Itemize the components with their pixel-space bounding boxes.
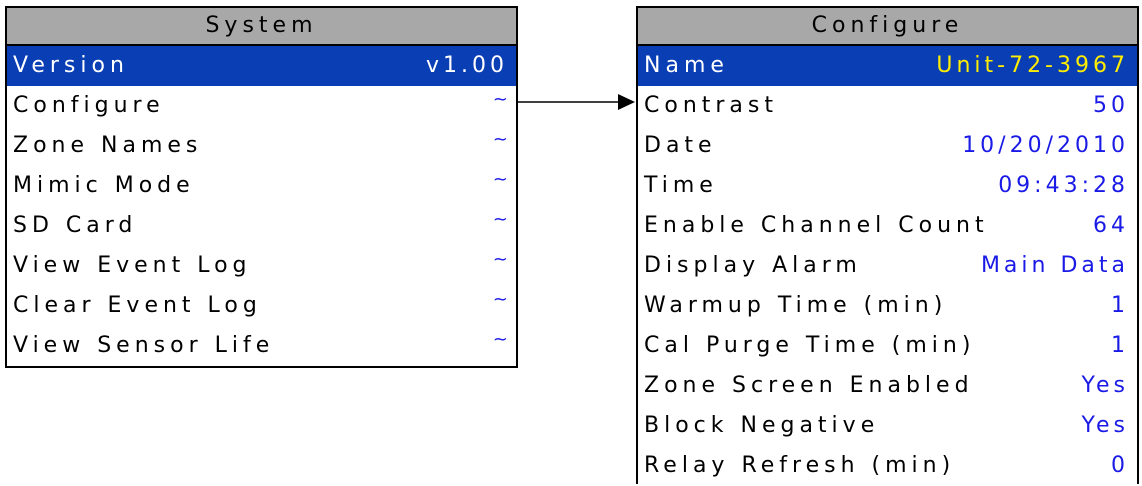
submenu-indicator-icon: ~	[492, 129, 508, 150]
setting-label: Block Negative	[644, 413, 880, 438]
system-menu-title: System	[7, 8, 516, 46]
setting-label: Cal Purge Time (min)	[644, 333, 976, 358]
menu-item-label: View Sensor Life	[13, 333, 275, 358]
setting-row-block-negative[interactable]: Block Negative Yes	[638, 406, 1137, 446]
setting-value: 09:43:28	[998, 173, 1129, 198]
menu-item-view-event-log[interactable]: View Event Log ~	[7, 246, 516, 286]
submenu-indicator-icon: ~	[492, 209, 508, 230]
menu-item-clear-event-log[interactable]: Clear Event Log ~	[7, 286, 516, 326]
setting-value: 1	[1111, 293, 1129, 318]
submenu-indicator-icon: ~	[492, 89, 508, 110]
submenu-indicator-icon: ~	[492, 169, 508, 190]
menu-item-label: Configure	[13, 93, 165, 118]
menu-item-label: Zone Names	[13, 133, 203, 158]
setting-label: Enable Channel Count	[644, 213, 989, 238]
setting-label: Zone Screen Enabled	[644, 373, 974, 398]
menu-item-label: Version	[13, 53, 129, 78]
setting-value: Yes	[1081, 413, 1129, 438]
setting-label: Time	[644, 173, 718, 198]
setting-value: 1	[1111, 333, 1129, 358]
setting-label: Display Alarm	[644, 253, 862, 278]
menu-item-label: SD Card	[13, 213, 138, 238]
menu-item-label: View Event Log	[13, 253, 252, 278]
setting-label: Contrast	[644, 93, 779, 118]
menu-item-mimic-mode[interactable]: Mimic Mode ~	[7, 166, 516, 206]
setting-label: Date	[644, 133, 717, 158]
menu-item-sd-card[interactable]: SD Card ~	[7, 206, 516, 246]
setting-value: 0	[1111, 453, 1129, 478]
setting-row-contrast[interactable]: Contrast 50	[638, 86, 1137, 126]
setting-value: 10/20/2010	[962, 133, 1129, 158]
configure-menu-panel: Configure Name Unit-72-3967 Contrast 50 …	[636, 6, 1139, 484]
setting-value: 50	[1093, 93, 1129, 118]
setting-row-warmup-time[interactable]: Warmup Time (min) 1	[638, 286, 1137, 326]
setting-row-time[interactable]: Time 09:43:28	[638, 166, 1137, 206]
setting-row-cal-purge-time[interactable]: Cal Purge Time (min) 1	[638, 326, 1137, 366]
setting-value: Unit-72-3967	[936, 53, 1129, 78]
setting-label: Warmup Time (min)	[644, 293, 948, 318]
setting-row-zone-screen-enabled[interactable]: Zone Screen Enabled Yes	[638, 366, 1137, 406]
menu-item-version[interactable]: Version v1.00	[7, 46, 516, 86]
setting-row-date[interactable]: Date 10/20/2010	[638, 126, 1137, 166]
setting-label: Name	[644, 53, 729, 78]
setting-row-enable-channel-count[interactable]: Enable Channel Count 64	[638, 206, 1137, 246]
submenu-indicator-icon: ~	[492, 289, 508, 310]
setting-row-name[interactable]: Name Unit-72-3967	[638, 46, 1137, 86]
setting-row-display-alarm[interactable]: Display Alarm Main Data	[638, 246, 1137, 286]
configure-menu-title: Configure	[638, 8, 1137, 46]
setting-row-relay-refresh[interactable]: Relay Refresh (min) 0	[638, 446, 1137, 486]
menu-item-label: Clear Event Log	[13, 293, 262, 318]
menu-item-configure[interactable]: Configure ~	[7, 86, 516, 126]
setting-label: Relay Refresh (min)	[644, 453, 956, 478]
menu-item-view-sensor-life[interactable]: View Sensor Life ~	[7, 326, 516, 366]
menu-item-label: Mimic Mode	[13, 173, 195, 198]
setting-value: 64	[1093, 213, 1129, 238]
navigation-arrow-icon	[518, 94, 635, 110]
submenu-indicator-icon: ~	[492, 329, 508, 350]
system-menu-panel: System Version v1.00 Configure ~ Zone Na…	[5, 6, 518, 368]
setting-value: Main Data	[980, 253, 1129, 278]
menu-item-zone-names[interactable]: Zone Names ~	[7, 126, 516, 166]
setting-value: Yes	[1081, 373, 1129, 398]
submenu-indicator-icon: ~	[492, 249, 508, 270]
